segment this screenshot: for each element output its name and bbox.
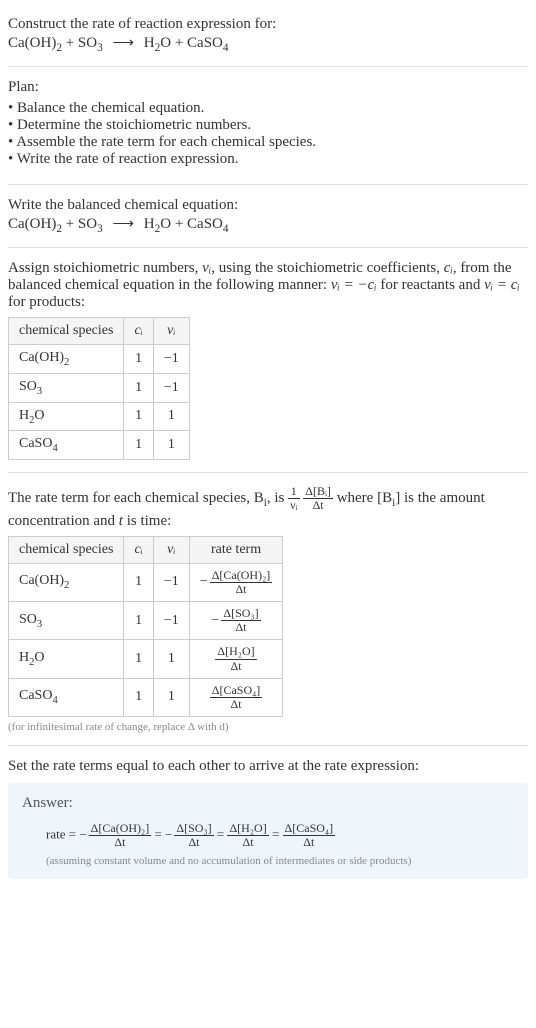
answer-box: Answer: rate = −Δ[Ca(OH)₂]Δt = −Δ[SO₃]Δt…: [8, 783, 528, 879]
col-nu: νᵢ: [153, 536, 189, 563]
col-species: chemical species: [9, 536, 124, 563]
rate-expression: rate = −Δ[Ca(OH)₂]Δt = −Δ[SO₃]Δt = Δ[H₂O…: [22, 822, 514, 849]
divider: [8, 472, 528, 473]
balanced-label: Write the balanced chemical equation:: [8, 197, 528, 214]
table-row: CaSO4 1 1 Δ[CaSO₄]Δt: [9, 678, 283, 716]
cell-rate-term: −Δ[Ca(OH)₂]Δt: [189, 563, 282, 601]
cell-c: 1: [124, 373, 153, 402]
plan-label: Plan:: [8, 79, 528, 96]
table-row: H2O 1 1: [9, 402, 190, 431]
reactant-2: SO3: [78, 35, 103, 51]
cell-species: SO3: [9, 373, 124, 402]
rate-term-table: chemical species cᵢ νᵢ rate term Ca(OH)2…: [8, 536, 283, 718]
cell-nu: 1: [153, 431, 189, 460]
col-c: cᵢ: [124, 536, 153, 563]
frac-delta-b: Δ[Bᵢ]Δt: [303, 485, 333, 512]
title: Construct the rate of reaction expressio…: [8, 16, 528, 33]
divider: [8, 184, 528, 185]
assumption-note: (assuming constant volume and no accumul…: [22, 855, 514, 867]
product-1: H2O: [144, 35, 171, 51]
cell-nu: −1: [153, 373, 189, 402]
infinitesimal-note: (for infinitesimal rate of change, repla…: [8, 721, 528, 733]
cell-nu: 1: [153, 402, 189, 431]
cell-rate-term: Δ[H₂O]Δt: [189, 640, 282, 678]
rate-term-text: The rate term for each chemical species,…: [8, 485, 528, 529]
cell-c: 1: [124, 402, 153, 431]
problem-statement: Construct the rate of reaction expressio…: [8, 8, 528, 62]
stoich-text: Assign stoichiometric numbers, νᵢ, using…: [8, 260, 528, 311]
list-item: Balance the chemical equation.: [8, 100, 528, 117]
set-equal-text: Set the rate terms equal to each other t…: [8, 758, 528, 775]
divider: [8, 745, 528, 746]
balanced-equation: Ca(OH)2 + SO3 ⟶ H2O + CaSO4: [8, 214, 528, 235]
list-item: Assemble the rate term for each chemical…: [8, 134, 528, 151]
plan-section: Plan: Balance the chemical equation. Det…: [8, 71, 528, 180]
reactant-1: Ca(OH)2: [8, 35, 62, 51]
cell-c: 1: [124, 431, 153, 460]
frac-1-over-nu: 1νᵢ: [288, 485, 299, 512]
cell-species: H2O: [9, 402, 124, 431]
divider: [8, 66, 528, 67]
plan-list: Balance the chemical equation. Determine…: [8, 100, 528, 168]
cell-rate-term: Δ[CaSO₄]Δt: [189, 678, 282, 716]
rate-term-section: The rate term for each chemical species,…: [8, 477, 528, 741]
balanced-section: Write the balanced chemical equation: Ca…: [8, 189, 528, 243]
list-item: Write the rate of reaction expression.: [8, 151, 528, 168]
table-row: CaSO4 1 1: [9, 431, 190, 460]
col-c: cᵢ: [124, 318, 153, 345]
list-item: Determine the stoichiometric numbers.: [8, 117, 528, 134]
reaction-equation: Ca(OH)2 + SO3 ⟶ H2O + CaSO4: [8, 33, 528, 54]
table-row: H2O 1 1 Δ[H₂O]Δt: [9, 640, 283, 678]
col-nu: νᵢ: [153, 318, 189, 345]
cell-species: CaSO4: [9, 431, 124, 460]
arrow-icon: ⟶: [106, 216, 140, 232]
table-header-row: chemical species cᵢ νᵢ rate term: [9, 536, 283, 563]
stoich-section: Assign stoichiometric numbers, νᵢ, using…: [8, 252, 528, 468]
cell-species: Ca(OH)2: [9, 345, 124, 374]
final-section: Set the rate terms equal to each other t…: [8, 750, 528, 887]
cell-rate-term: −Δ[SO₃]Δt: [189, 601, 282, 639]
cell-c: 1: [124, 345, 153, 374]
answer-label: Answer:: [22, 795, 514, 812]
col-rate-term: rate term: [189, 536, 282, 563]
table-row: Ca(OH)2 1 −1: [9, 345, 190, 374]
table-header-row: chemical species cᵢ νᵢ: [9, 318, 190, 345]
divider: [8, 247, 528, 248]
table-row: Ca(OH)2 1 −1 −Δ[Ca(OH)₂]Δt: [9, 563, 283, 601]
table-row: SO3 1 −1 −Δ[SO₃]Δt: [9, 601, 283, 639]
cell-nu: −1: [153, 345, 189, 374]
stoich-table: chemical species cᵢ νᵢ Ca(OH)2 1 −1 SO3 …: [8, 317, 190, 460]
col-species: chemical species: [9, 318, 124, 345]
table-row: SO3 1 −1: [9, 373, 190, 402]
product-2: CaSO4: [187, 35, 228, 51]
arrow-icon: ⟶: [106, 35, 140, 51]
